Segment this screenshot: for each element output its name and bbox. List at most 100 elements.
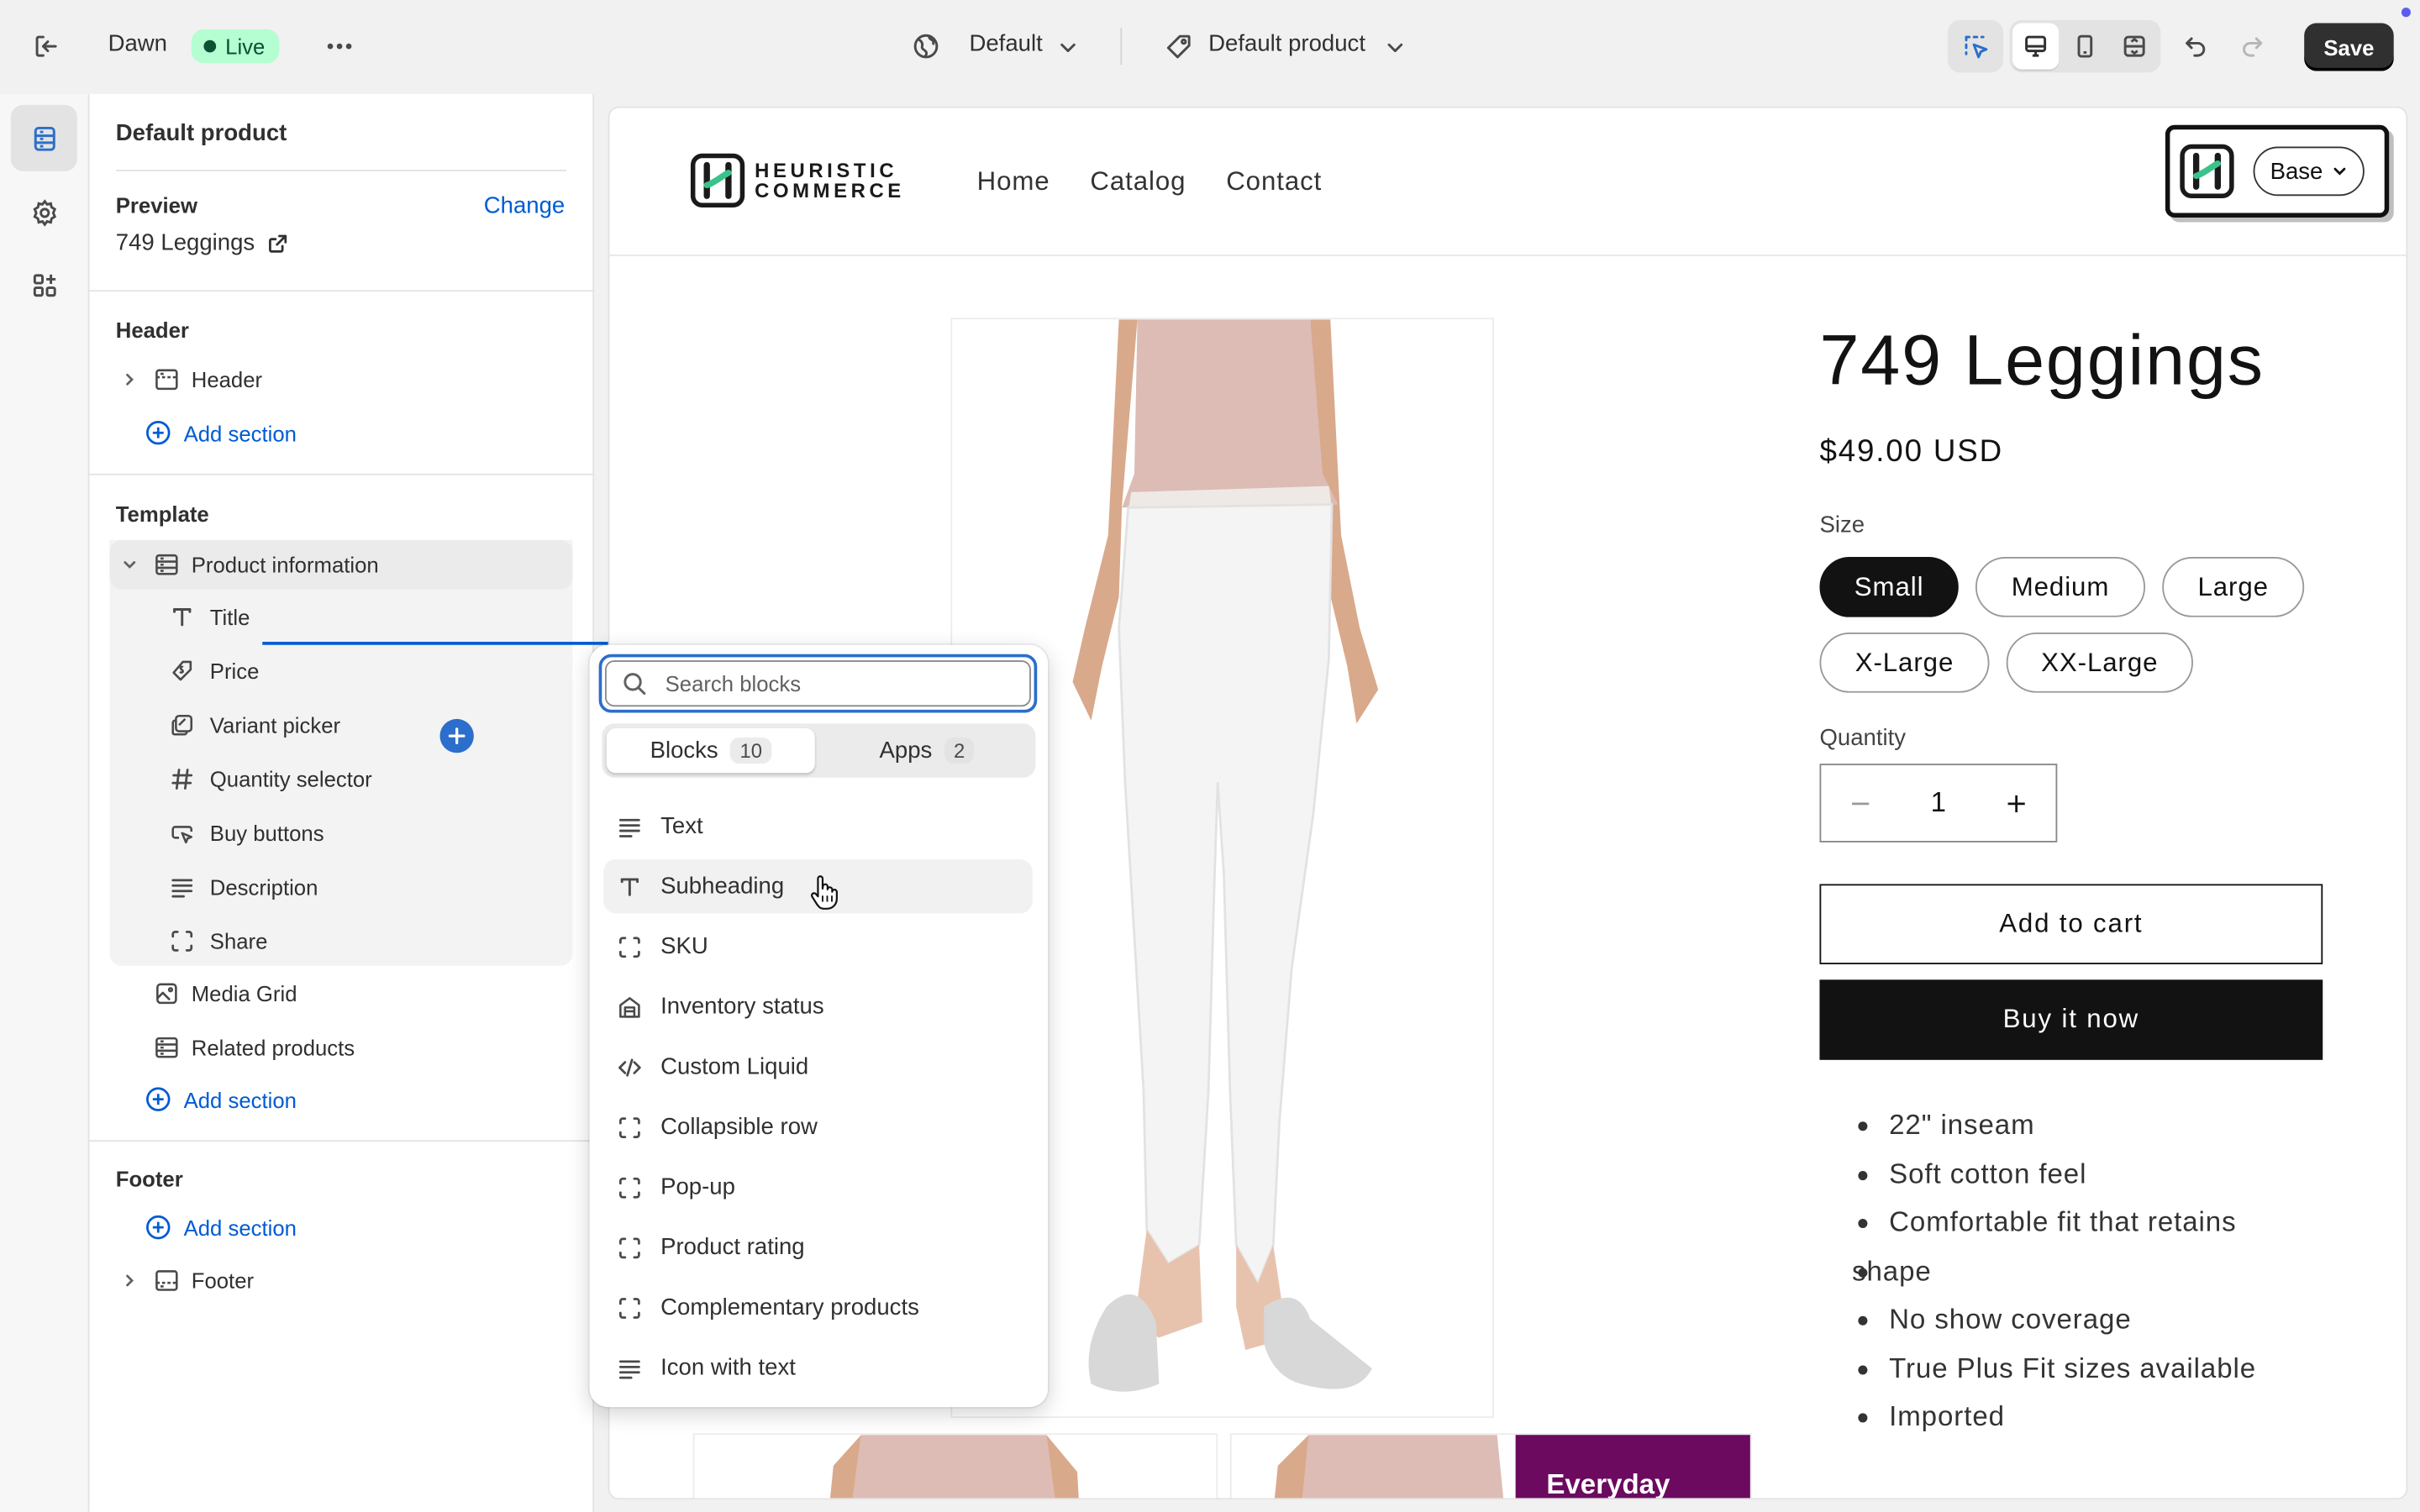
section-product-information[interactable]: Product information xyxy=(109,539,573,590)
size-option-medium[interactable]: Medium xyxy=(1975,557,2146,617)
undo-icon[interactable] xyxy=(2181,31,2212,62)
exit-icon[interactable] xyxy=(31,31,62,62)
preview-product[interactable]: 749 Leggings xyxy=(116,230,289,256)
add-section-template[interactable]: Add section xyxy=(145,1086,297,1112)
block-option-label: SKU xyxy=(660,933,708,960)
globe-icon[interactable] xyxy=(911,31,942,62)
tag-icon[interactable] xyxy=(1164,31,1195,62)
block-option-inventory-status[interactable]: Inventory status xyxy=(603,979,1033,1033)
theme-name: Dawn xyxy=(108,30,168,57)
tab-apps[interactable]: Apps 2 xyxy=(823,728,1031,773)
apps-rail-button[interactable] xyxy=(11,251,77,318)
store-logo[interactable]: HEURISTIC COMMERCE xyxy=(690,153,905,208)
save-button[interactable]: Save xyxy=(2304,23,2394,71)
quantity-decrease-button[interactable] xyxy=(1821,790,1900,815)
desktop-view-button[interactable] xyxy=(2012,23,2060,70)
preview-product-name: 749 Leggings xyxy=(115,229,255,256)
block-option-custom-liquid[interactable]: Custom Liquid xyxy=(603,1040,1033,1094)
block-tabs: Blocks 10 Apps 2 xyxy=(602,723,1036,778)
plus-circle-icon xyxy=(146,420,171,445)
thumbnail-banner-text: Everyday xyxy=(1546,1468,1670,1499)
nav-home[interactable]: Home xyxy=(977,166,1050,197)
block-title[interactable]: Title xyxy=(166,592,250,642)
section-header-label: Header xyxy=(191,367,263,392)
section-header[interactable]: Header xyxy=(109,354,572,404)
size-option-x-large[interactable]: X-Large xyxy=(1819,633,1990,693)
external-link-icon xyxy=(269,234,287,252)
block-description[interactable]: Description xyxy=(166,863,318,912)
block-option-sku[interactable]: SKU xyxy=(603,920,1033,974)
size-option-xx-large[interactable]: XX-Large xyxy=(2006,633,2193,693)
add-section-header[interactable]: Add section xyxy=(145,420,297,446)
block-variant-picker[interactable]: Variant picker xyxy=(166,701,340,750)
size-option-large[interactable]: Large xyxy=(2162,557,2305,617)
block-quantity-selector[interactable]: Quantity selector xyxy=(166,754,372,804)
buy-now-button[interactable]: Buy it now xyxy=(1819,979,2323,1060)
block-option-icon-with-text[interactable]: Icon with text xyxy=(603,1341,1033,1394)
variant-icon xyxy=(166,711,197,739)
chevron-down-icon[interactable] xyxy=(116,555,144,574)
add-block-popover: Blocks 10 Apps 2 Text Subheading SKU Inv… xyxy=(589,644,1049,1408)
change-preview-link[interactable]: Change xyxy=(484,193,566,219)
cursor-button-icon xyxy=(166,819,197,847)
description-item: Comfortable fit that retains xyxy=(1819,1199,2282,1247)
block-price[interactable]: Price xyxy=(166,647,259,696)
theme-settings-rail-button[interactable] xyxy=(11,179,77,245)
nav-contact[interactable]: Contact xyxy=(1226,166,1322,197)
fullscreen-view-button[interactable] xyxy=(2112,24,2158,70)
select-cursor-icon xyxy=(1965,35,1988,59)
more-actions-icon[interactable] xyxy=(321,28,358,65)
block-option-product-rating[interactable]: Product rating xyxy=(603,1221,1033,1274)
tab-blocks-count: 10 xyxy=(730,737,772,764)
block-option-label: Icon with text xyxy=(660,1354,796,1381)
block-share[interactable]: Share xyxy=(166,916,267,966)
quantity-increase-button[interactable] xyxy=(1977,790,2056,815)
quantity-input[interactable]: 1 xyxy=(1900,787,1977,820)
product-thumbnail[interactable] xyxy=(692,1433,1218,1499)
template-selector[interactable]: Default product xyxy=(1208,31,1365,57)
preview-label: Preview xyxy=(115,192,197,218)
editor-topbar: Dawn Live Default Default product Save xyxy=(0,0,2420,95)
dashed-square-icon xyxy=(616,1113,644,1141)
thumbnail-image xyxy=(1231,1435,1516,1499)
product-section-icon xyxy=(153,551,181,579)
block-option-pop-up[interactable]: Pop-up xyxy=(603,1160,1033,1214)
language-selector[interactable]: Default xyxy=(969,31,1042,57)
live-badge-label: Live xyxy=(225,34,266,59)
block-buy-buttons[interactable]: Buy buttons xyxy=(166,808,324,858)
block-option-label: Custom Liquid xyxy=(660,1053,809,1080)
inventory-icon xyxy=(616,993,644,1021)
thumbnail-image xyxy=(694,1435,1217,1499)
chevron-down-icon[interactable] xyxy=(1055,35,1080,60)
block-option-text[interactable]: Text xyxy=(603,799,1033,853)
mobile-view-button[interactable] xyxy=(2062,24,2108,70)
nav-catalog[interactable]: Catalog xyxy=(1090,166,1186,197)
section-related-products[interactable]: Related products xyxy=(109,1023,572,1073)
chevron-right-icon[interactable] xyxy=(116,370,144,389)
product-thumbnail[interactable]: Everyday xyxy=(1229,1433,1752,1499)
block-option-collapsible-row[interactable]: Collapsible row xyxy=(603,1100,1033,1154)
chevron-down-icon[interactable] xyxy=(1383,35,1407,60)
section-footer[interactable]: Footer xyxy=(109,1256,572,1305)
redo-icon[interactable] xyxy=(2236,31,2267,62)
block-option-complementary-products[interactable]: Complementary products xyxy=(603,1280,1033,1334)
add-section-label: Add section xyxy=(183,420,297,445)
hashtag-icon xyxy=(166,765,197,793)
size-option-small[interactable]: Small xyxy=(1819,557,1959,617)
header-section-icon xyxy=(153,365,181,393)
chevron-right-icon[interactable] xyxy=(116,1271,144,1289)
widget-select[interactable]: Base xyxy=(2253,146,2365,197)
tab-blocks-label: Blocks xyxy=(650,737,718,764)
sections-rail-button[interactable] xyxy=(10,104,77,171)
insert-block-button[interactable] xyxy=(439,718,474,753)
inspector-toggle-button[interactable] xyxy=(1947,19,2004,73)
tab-blocks[interactable]: Blocks 10 xyxy=(606,727,815,774)
block-option-label: Pop-up xyxy=(660,1173,735,1200)
section-media-grid[interactable]: Media Grid xyxy=(109,969,572,1018)
store-nav: Home Catalog Contact xyxy=(977,166,1323,197)
add-to-cart-button[interactable]: Add to cart xyxy=(1819,884,2323,964)
add-section-footer[interactable]: Add section xyxy=(145,1214,297,1240)
divider xyxy=(89,1140,595,1142)
search-blocks-input[interactable] xyxy=(665,670,1005,696)
block-share-label: Share xyxy=(209,928,268,954)
